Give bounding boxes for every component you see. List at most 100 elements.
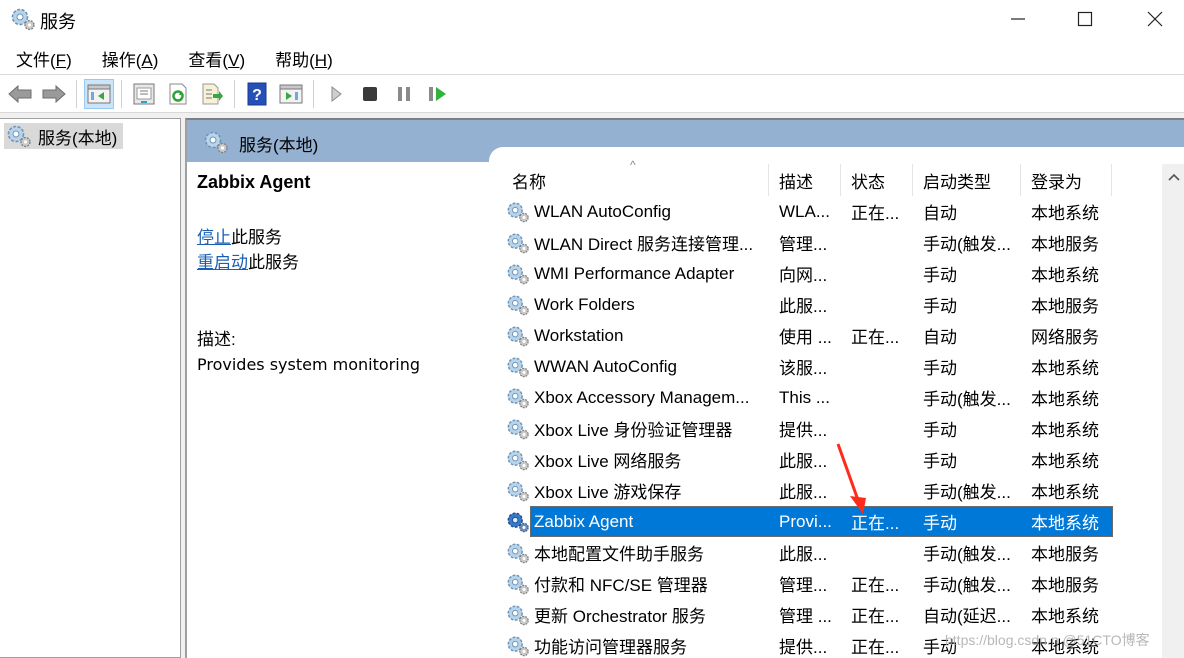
service-row[interactable]: Workstation 使用 ... 正在... 自动 网络服务 [502,320,1112,351]
service-log-on-as-cell: 本地服务 [1021,289,1112,320]
service-description: 此服... [779,452,828,471]
service-name-cell: 本地配置文件助手服务 [502,537,769,568]
service-name: 付款和 NFC/SE 管理器 [534,576,708,595]
service-row[interactable]: Xbox Live 网络服务 此服... 手动 本地系统 [502,444,1112,475]
menu-view[interactable]: 查看(V) [186,44,247,73]
restart-service-text: 此服务 [248,253,299,272]
watermark: https://blog.csdn.n @51CTO博客 [945,632,1150,648]
console-tree: 服务(本地) [0,118,181,658]
service-name-cell: WLAN AutoConfig [502,196,769,227]
service-row[interactable]: 更新 Orchestrator 服务 管理 ... 正在... 自动(延迟... 本地系… [502,599,1112,630]
service-row[interactable]: Xbox Live 游戏保存 此服... 手动(触发... 本地系统 [502,475,1112,506]
service-startup-type: 手动(触发... [923,483,1011,502]
minimize-icon [1011,18,1025,20]
minimize-button[interactable] [983,0,1053,38]
service-name-cell: 功能访问管理器服务 [502,630,769,658]
toolbar-separator [76,79,77,108]
service-log-on-as: 本地系统 [1031,359,1099,378]
menu-help[interactable]: 帮助(H) [273,44,335,73]
tree-item-services-local[interactable]: 服务(本地) [4,123,124,149]
maximize-icon [1077,11,1093,27]
pause-service-button[interactable] [389,79,419,109]
help-button[interactable]: ? [242,79,272,109]
properties-button[interactable] [129,79,159,109]
service-startup-type: 手动 [923,421,957,440]
menu-action[interactable]: 操作(A) [100,44,161,73]
service-description-cell: This ... [769,382,841,413]
service-gear-icon [506,262,530,286]
resume-service-button[interactable] [423,79,453,109]
service-startup-type-cell: 手动(触发... [913,568,1021,599]
service-status-cell: 正在... [841,320,913,351]
service-name-cell: 更新 Orchestrator 服务 [502,599,769,630]
service-log-on-as: 本地系统 [1031,514,1099,533]
main-header-title: 服务(本地) [239,136,319,155]
column-header-log-on-as[interactable]: 登录为 [1021,164,1112,196]
service-row[interactable]: WLAN AutoConfig WLA... 正在... 自动 本地系统 [502,196,1112,227]
vertical-scrollbar[interactable] [1162,164,1184,658]
column-header-description[interactable]: 描述 [769,164,841,196]
list-body: WLAN AutoConfig WLA... 正在... 自动 本地系统 WLAN Dir… [502,196,1113,658]
maximize-button[interactable] [1050,0,1120,38]
service-log-on-as-cell: 本地系统 [1021,413,1112,444]
service-row[interactable]: Xbox Accessory Managem... This ... 手动(触发..… [502,382,1112,413]
service-description: 管理... [779,576,828,595]
service-startup-type-cell: 手动(触发... [913,475,1021,506]
service-name: Workstation [534,325,624,345]
service-row[interactable]: WLAN Direct 服务连接管理... 管理... 手动(触发... 本地服务 [502,227,1112,258]
start-service-button[interactable] [321,79,351,109]
service-log-on-as-cell: 本地系统 [1021,506,1112,537]
show-hide-action-pane-button[interactable] [276,79,306,109]
service-name-cell: Work Folders [502,289,769,320]
menu-file[interactable]: 文件(F) [14,44,74,73]
export-list-button[interactable] [197,79,227,109]
service-name: WWAN AutoConfig [534,356,677,376]
service-name: Xbox Live 网络服务 [534,452,682,471]
service-startup-type-cell: 手动(触发... [913,382,1021,413]
back-button[interactable] [5,79,35,109]
service-name: WMI Performance Adapter [534,263,735,283]
service-row-selected[interactable]: Zabbix Agent Provi... 正在... 手动 本地系统 [502,506,1113,537]
service-row[interactable]: Work Folders 此服... 手动 本地服务 [502,289,1112,320]
service-log-on-as: 本地服务 [1031,576,1099,595]
menu-file-accel: F [55,50,67,70]
stop-service-text: 此服务 [231,228,282,247]
service-description-cell: 此服... [769,537,841,568]
show-hide-console-tree-button[interactable] [84,78,114,109]
service-description-cell: Provi... [769,506,841,537]
service-row[interactable]: Xbox Live 身份验证管理器 提供... 手动 本地系统 [502,413,1112,444]
scroll-up-button[interactable] [1162,164,1184,190]
column-header-startup-type[interactable]: 启动类型 [913,164,1021,196]
menu-help-suffix: ) [327,50,333,70]
stop-service-link[interactable]: 停止 [197,228,231,247]
column-header-status[interactable]: 状态 [841,164,913,196]
service-description-cell: WLA... [769,196,841,227]
service-row[interactable]: 付款和 NFC/SE 管理器 管理... 正在... 手动(触发... 本地服务 [502,568,1112,599]
close-button[interactable] [1120,0,1184,38]
service-startup-type-cell: 自动 [913,320,1021,351]
service-status-cell [841,382,913,413]
service-startup-type: 手动 [923,297,957,316]
service-gear-icon [506,293,530,317]
service-description: 向网... [779,266,828,285]
service-startup-type-cell: 手动 [913,258,1021,289]
service-status-cell [841,537,913,568]
service-row[interactable]: WMI Performance Adapter 向网... 手动 本地系统 [502,258,1112,289]
service-description: 使用 ... [779,328,832,347]
service-log-on-as: 本地服务 [1031,235,1099,254]
service-description: Provi... [779,511,832,531]
forward-button[interactable] [39,79,69,109]
restart-service-link[interactable]: 重启动 [197,253,248,272]
service-name-cell: Zabbix Agent [502,506,769,537]
service-row[interactable]: WWAN AutoConfig 该服... 手动 本地系统 [502,351,1112,382]
service-name: 更新 Orchestrator 服务 [534,607,706,626]
service-log-on-as-cell: 本地服务 [1021,537,1112,568]
refresh-button[interactable] [163,79,193,109]
chevron-up-icon [1168,173,1180,181]
service-startup-type: 手动 [923,359,957,378]
stop-service-button[interactable] [355,79,385,109]
service-gear-icon [506,386,530,410]
service-row[interactable]: 本地配置文件助手服务 此服... 手动(触发... 本地服务 [502,537,1112,568]
back-icon [8,84,32,103]
service-startup-type: 手动 [923,452,957,471]
